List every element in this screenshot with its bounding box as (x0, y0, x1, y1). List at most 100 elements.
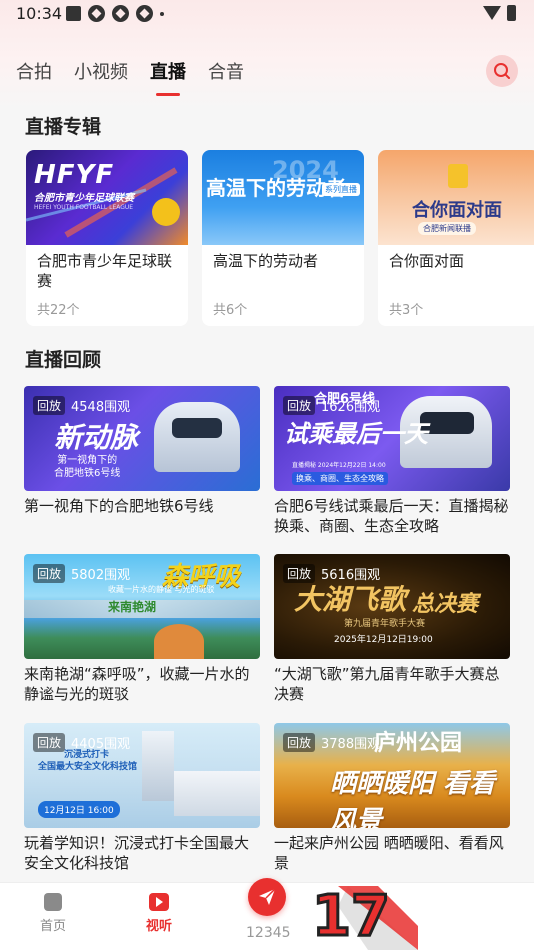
cover-meta: 直播揭秘 2024年12月22日 14:00 (292, 462, 386, 469)
autumn-tree (154, 624, 204, 659)
search-button[interactable] (486, 55, 518, 87)
nav-listen[interactable]: 视听 (129, 893, 189, 934)
status-bar: 10:34 (0, 0, 534, 28)
live-cover: 庐州公园 晒晒暖阳 看看风景 回放 3788围观 (274, 723, 510, 828)
live-cover: 沉浸式打卡 全国最大安全文化科技馆 12月12日 16:00 回放 4405围观 (24, 723, 260, 828)
album-count: 共3个 (389, 303, 424, 318)
live-replay-card[interactable]: 庐州公园 晒晒暖阳 看看风景 回放 3788围观 一起来庐州公园 晒晒暖阳、看看… (274, 723, 510, 873)
live-title: 合肥6号线试乘最后一天：直播揭秘换乘、商圈、生态全攻略 (274, 497, 509, 535)
replay-badge: 回放 5616围观 (283, 563, 380, 583)
album-card[interactable]: 2024 高温下的劳动者 系列直播 高温下的劳动者 共6个 (202, 150, 364, 326)
notification-app-icon (88, 5, 105, 22)
view-count: 3788围观 (321, 736, 381, 752)
view-count: 1626围观 (321, 399, 381, 415)
album-cover: HFYF 合肥市青少年足球联赛 HEFEI YOUTH FOOTBALL LEA… (26, 150, 188, 245)
album-cover-en: HEFEI YOUTH FOOTBALL LEAGUE (34, 204, 134, 211)
live-cover: 大湖飞歌 总决赛 第九届青年歌手大赛 2025年12月12日19:00 回放 5… (274, 554, 510, 659)
top-tabs: 合拍 小视频 直播 合音 (16, 58, 244, 84)
cover-date: 12月12日 16:00 (38, 801, 120, 818)
replay-badge: 回放 3788围观 (283, 732, 380, 752)
album-cover: 合你面对面 合肥新闻联播 (378, 150, 534, 245)
album-cover: 2024 高温下的劳动者 系列直播 (202, 150, 364, 245)
replay-tag: 回放 (283, 563, 316, 583)
cover-big-text: 大湖飞歌 (294, 583, 407, 616)
hotline-label[interactable]: 12345 (246, 925, 291, 941)
notification-app-icon (136, 5, 153, 22)
status-time: 10:34 (16, 4, 63, 23)
building-tower (142, 731, 174, 801)
section-title-albums: 直播专辑 (25, 116, 102, 138)
replay-tag: 回放 (33, 563, 66, 583)
replay-tag: 回放 (33, 395, 66, 415)
cover-chips: 换乘、商圈、生态全攻略 (292, 472, 388, 485)
search-icon (494, 63, 510, 79)
section-title-replays: 直播回顾 (25, 349, 102, 371)
cover-big-text: 庐州公园 (374, 731, 463, 756)
album-card[interactable]: 合你面对面 合肥新闻联播 合你面对面 共3个 (378, 150, 534, 326)
tab-short-video[interactable]: 小视频 (74, 58, 128, 84)
replay-tag: 回放 (283, 732, 316, 752)
album-card[interactable]: HFYF 合肥市青少年足球联赛 HEFEI YOUTH FOOTBALL LEA… (26, 150, 188, 326)
live-replay-card[interactable]: 大湖飞歌 总决赛 第九届青年歌手大赛 2025年12月12日19:00 回放 5… (274, 554, 510, 704)
view-count: 4405围观 (71, 736, 131, 752)
live-cover: 来南艳湖 森呼吸 收藏一片水的静谧 与光的斑驳 回放 5802围观 (24, 554, 260, 659)
live-replay-card[interactable]: 沉浸式打卡 全国最大安全文化科技馆 12月12日 16:00 回放 4405围观… (24, 723, 260, 873)
live-title: 第一视角下的合肥地铁6号线 (24, 497, 214, 515)
decorative-number-badge: 17 (308, 886, 418, 950)
view-count: 5616围观 (321, 567, 381, 583)
tab-hepai[interactable]: 合拍 (16, 58, 52, 84)
live-title: 来南艳湖“森呼吸”，收藏一片水的静谧与光的斑驳 (24, 665, 250, 703)
cover-small-text: 全国最大安全文化科技馆 (38, 762, 138, 772)
wifi-icon (483, 6, 501, 20)
notification-app-icon (112, 5, 129, 22)
museum-building (174, 771, 260, 816)
replay-badge: 回放 5802围观 (33, 563, 130, 583)
album-cover-subtitle: 合肥市青少年足球联赛 (34, 193, 134, 204)
notification-square-icon (66, 6, 81, 21)
album-cover-logo (448, 164, 468, 188)
live-replay-card[interactable]: 来南艳湖 森呼吸 收藏一片水的静谧 与光的斑驳 回放 5802围观 来南艳湖“森… (24, 554, 260, 704)
hotline-button[interactable] (248, 878, 286, 916)
album-cover-tag: 系列直播 (322, 183, 360, 196)
live-replay-card[interactable]: 新动脉 第一视角下的 合肥地铁6号线 回放 4548围观 第一视角下的合肥地铁6… (24, 386, 260, 536)
metro-window (420, 412, 474, 434)
cover-small-text: 第一视角下的 合肥地铁6号线 (54, 455, 121, 479)
live-title: 玩着学知识！沉浸式打卡全国最大安全文化科技馆 (24, 834, 250, 872)
album-cover-title: HFYF (34, 160, 115, 190)
view-count: 4548围观 (71, 399, 131, 415)
paper-plane-icon (259, 888, 276, 905)
cover-big-text: 新动脉 (54, 421, 139, 454)
cover-small-text: 来南艳湖 (108, 600, 157, 614)
decorative-number: 17 (311, 886, 392, 950)
album-carousel[interactable]: HFYF 合肥市青少年足球联赛 HEFEI YOUTH FOOTBALL LEA… (26, 150, 534, 328)
cover-date: 2025年12月12日19:00 (334, 635, 433, 645)
more-notifications-icon (160, 11, 164, 16)
cover-big-text: 试乘最后一天 (284, 420, 428, 448)
album-name: 高温下的劳动者 (213, 252, 319, 270)
replay-tag: 回放 (33, 732, 66, 752)
live-cover: 合肥6号线 试乘最后一天 直播揭秘 2024年12月22日 14:00 换乘、商… (274, 386, 510, 491)
cover-sub: 第九届青年歌手大赛 (344, 619, 426, 629)
replay-badge: 回放 4405围观 (33, 732, 130, 752)
live-title: “大湖飞歌”第九届青年歌手大赛总决赛 (274, 665, 500, 703)
live-cover: 新动脉 第一视角下的 合肥地铁6号线 回放 4548围观 (24, 386, 260, 491)
metro-window (172, 418, 222, 438)
tab-live[interactable]: 直播 (150, 58, 186, 84)
battery-icon (507, 5, 516, 21)
live-replay-card[interactable]: 合肥6号线 试乘最后一天 直播揭秘 2024年12月22日 14:00 换乘、商… (274, 386, 510, 536)
album-name: 合你面对面 (389, 252, 465, 270)
live-title: 一起来庐州公园 晒晒暖阳、看看风景 (274, 834, 504, 872)
album-count: 共22个 (37, 303, 80, 318)
video-icon (149, 893, 169, 911)
notification-icons (66, 5, 164, 22)
view-count: 5802围观 (71, 567, 131, 583)
replay-tag: 回放 (283, 395, 316, 415)
album-name: 合肥市青少年足球联赛 (37, 252, 173, 290)
tab-heyin[interactable]: 合音 (208, 58, 244, 84)
nav-listen-label: 视听 (145, 919, 172, 934)
album-cover-title: 合你面对面 (412, 200, 502, 221)
nav-home[interactable]: 首页 (23, 893, 83, 934)
cover-small-text: 晒晒暖阳 看看风景 (330, 769, 496, 828)
cover-final-text: 总决赛 (412, 592, 479, 617)
replay-badge: 回放 1626围观 (283, 395, 380, 415)
